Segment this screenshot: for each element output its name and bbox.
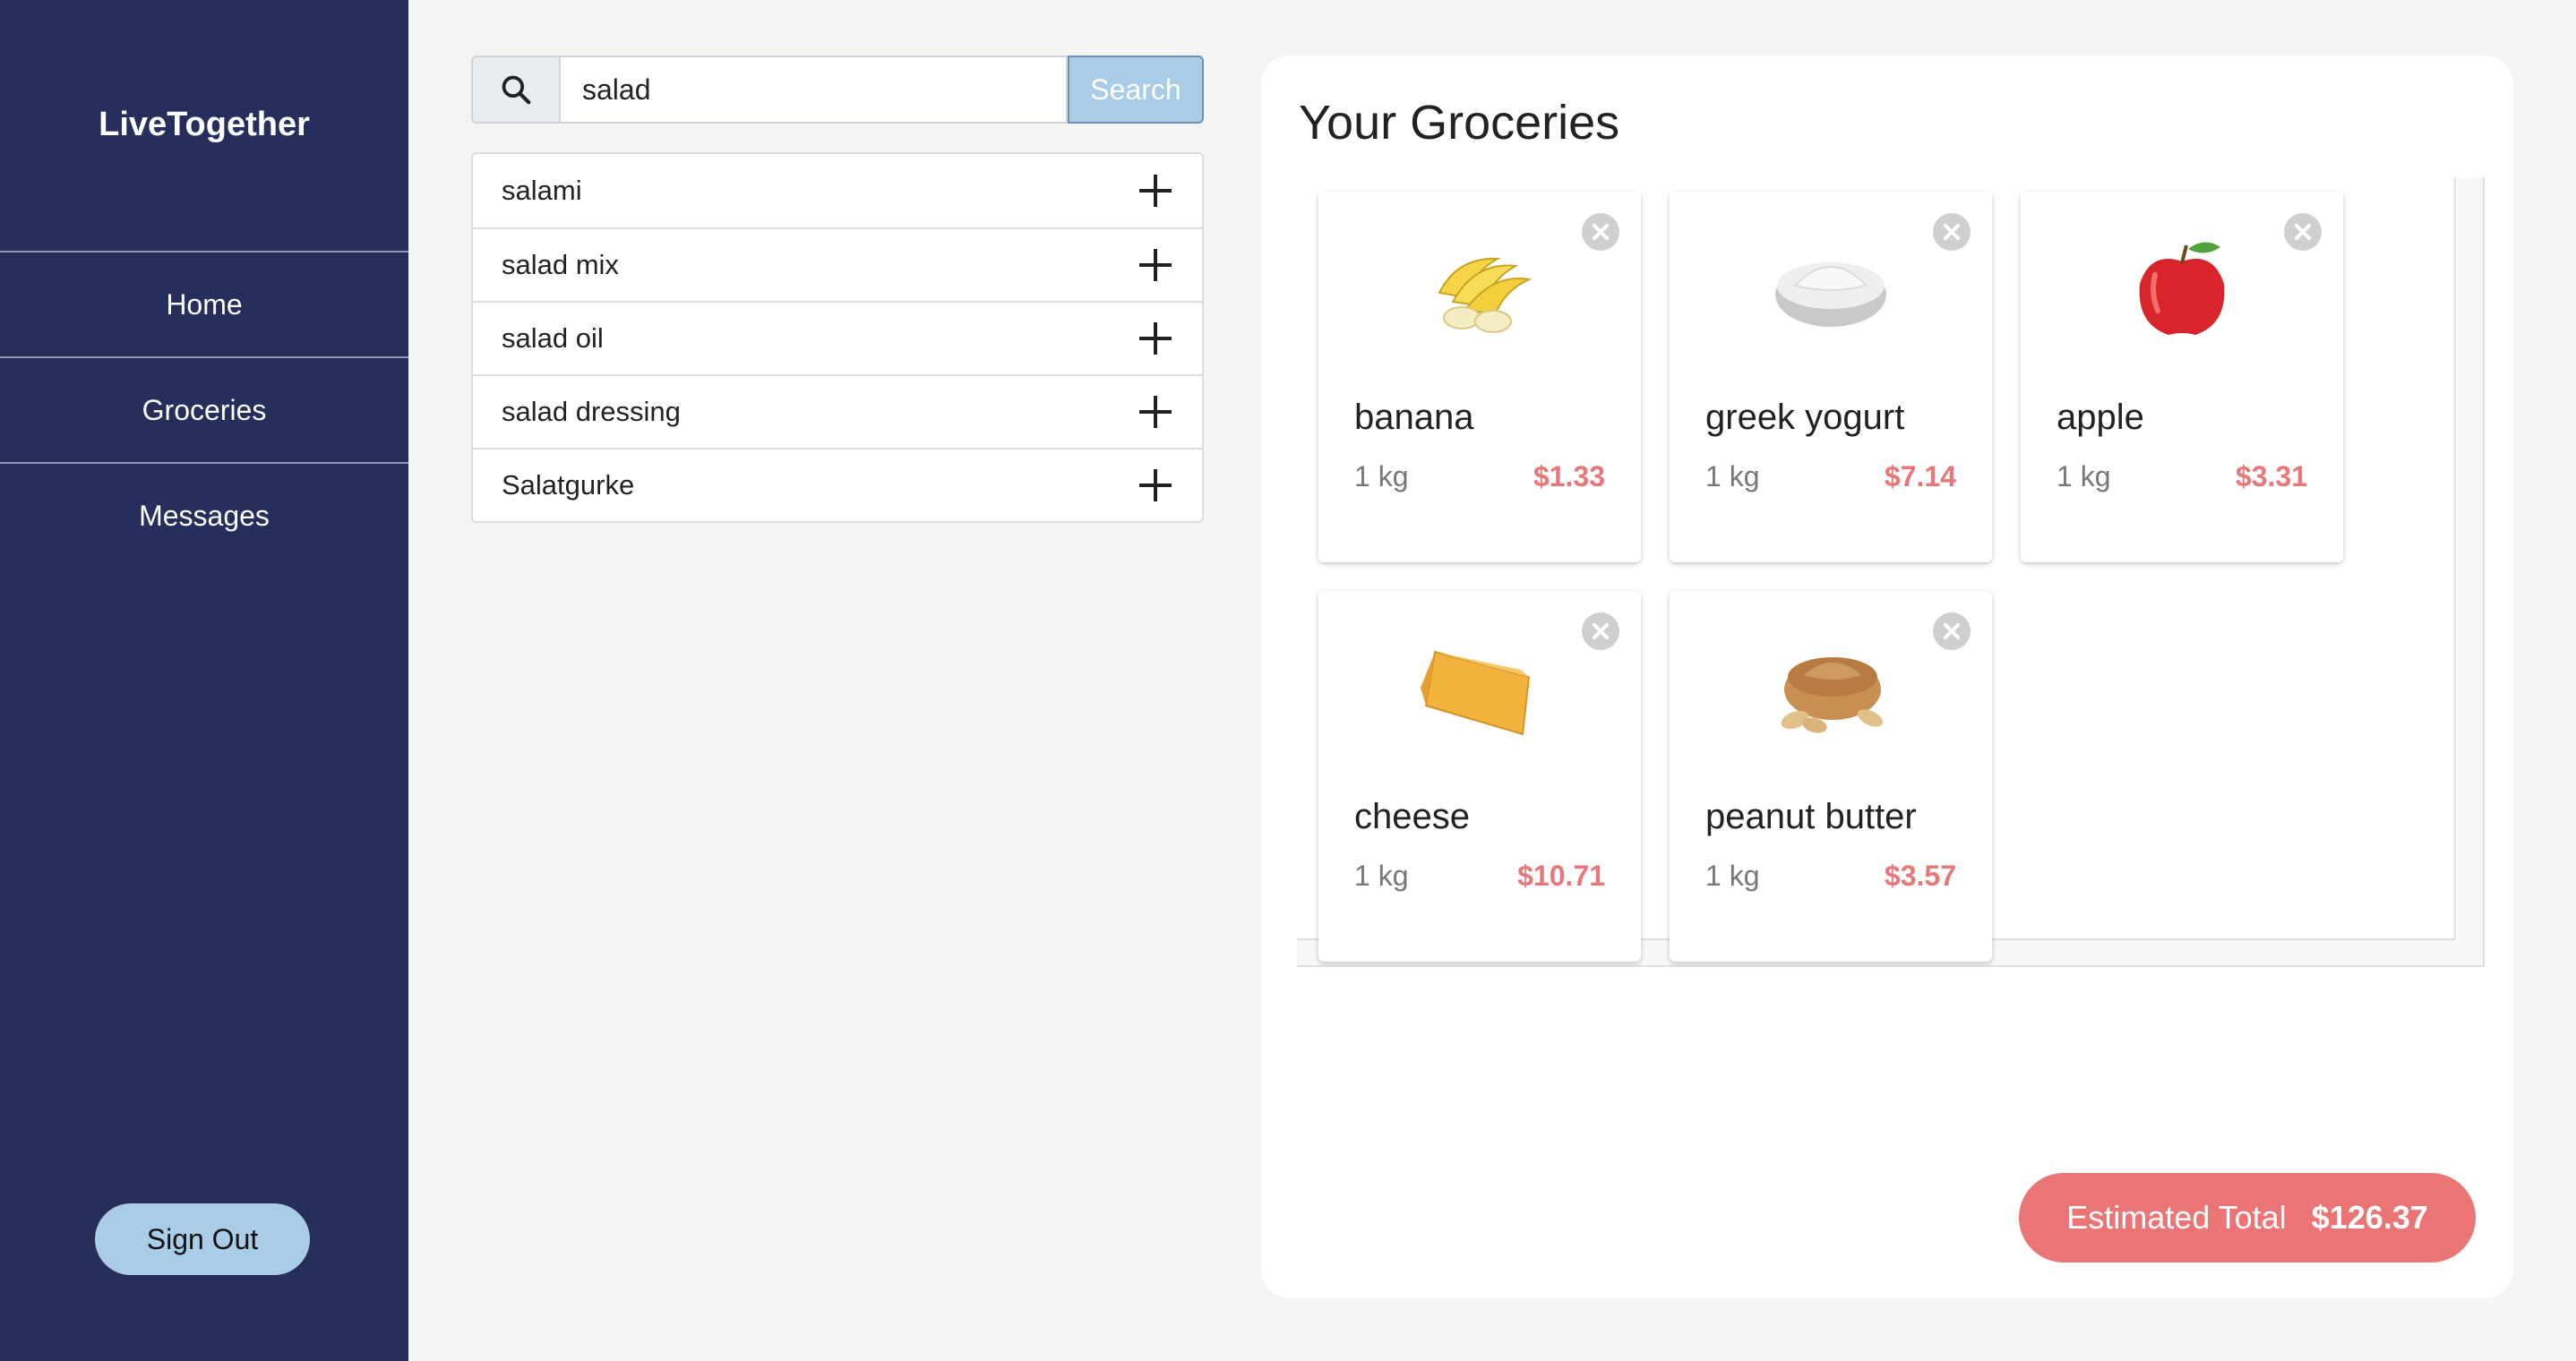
search-button[interactable]: Search — [1068, 56, 1204, 124]
estimated-total-badge: Estimated Total $126.37 — [2019, 1173, 2476, 1263]
search-bar: Search — [471, 56, 1204, 124]
remove-item-icon[interactable] — [2284, 213, 2322, 251]
search-result-item[interactable]: Salatgurke — [473, 448, 1202, 521]
item-price: $3.31 — [2235, 460, 2307, 492]
item-price: $10.71 — [1517, 860, 1605, 892]
result-label: Salatgurke — [502, 469, 635, 501]
groceries-scroll-area[interactable]: banana 1 kg $1.33 greek yogurt 1 kg $7.1… — [1297, 177, 2485, 967]
item-price: $7.14 — [1884, 460, 1956, 492]
add-icon[interactable] — [1139, 175, 1172, 207]
sidebar: LiveTogether Home Groceries Messages Sig… — [0, 0, 408, 1361]
item-name: greek yogurt — [1705, 398, 1905, 437]
result-label: salami — [502, 175, 582, 206]
remove-item-icon[interactable] — [1582, 612, 1619, 650]
estimated-total-label: Estimated Total — [2066, 1199, 2287, 1236]
search-results-list: salami salad mix salad oil salad dressin… — [471, 152, 1204, 523]
groceries-grid: banana 1 kg $1.33 greek yogurt 1 kg $7.1… — [1297, 177, 2456, 962]
remove-item-icon[interactable] — [1933, 612, 1971, 650]
sidebar-nav: Home Groceries Messages — [0, 251, 408, 568]
search-input[interactable] — [559, 56, 1068, 124]
page-title: Your Groceries — [1299, 96, 1620, 150]
grocery-card: greek yogurt 1 kg $7.14 — [1670, 192, 1992, 562]
search-icon — [471, 56, 559, 124]
yogurt-image — [1759, 226, 1902, 351]
search-result-item[interactable]: salad oil — [473, 301, 1202, 374]
search-result-item[interactable]: salad dressing — [473, 374, 1202, 448]
vertical-scrollbar[interactable] — [2458, 177, 2483, 965]
item-name: banana — [1354, 398, 1474, 437]
add-icon[interactable] — [1139, 469, 1172, 501]
item-name: apple — [2057, 398, 2144, 437]
banana-image — [1408, 226, 1551, 351]
grocery-card: cheese 1 kg $10.71 — [1318, 591, 1641, 962]
brand-logo: LiveTogether — [99, 106, 310, 143]
item-price: $1.33 — [1533, 460, 1605, 492]
grocery-card: apple 1 kg $3.31 — [2021, 192, 2343, 562]
search-result-item[interactable]: salad mix — [473, 227, 1202, 301]
sidebar-item-messages[interactable]: Messages — [0, 462, 408, 568]
sidebar-item-home[interactable]: Home — [0, 251, 408, 356]
grocery-card: peanut butter 1 kg $3.57 — [1670, 591, 1992, 962]
remove-item-icon[interactable] — [1933, 213, 1971, 251]
estimated-total-value: $126.37 — [2311, 1199, 2428, 1236]
remove-item-icon[interactable] — [1582, 213, 1619, 251]
item-quantity: 1 kg — [2057, 460, 2111, 492]
cheese-image — [1408, 625, 1551, 750]
result-label: salad oil — [502, 322, 604, 354]
add-icon[interactable] — [1139, 322, 1172, 355]
add-icon[interactable] — [1139, 396, 1172, 428]
sign-out-button[interactable]: Sign Out — [95, 1203, 310, 1275]
item-quantity: 1 kg — [1705, 860, 1760, 892]
grocery-card: banana 1 kg $1.33 — [1318, 192, 1641, 562]
groceries-panel: Your Groceries banana 1 kg $1.33 greek y… — [1261, 56, 2513, 1298]
item-name: peanut butter — [1705, 797, 1917, 836]
apple-image — [2110, 226, 2254, 351]
search-result-item[interactable]: salami — [473, 154, 1202, 227]
result-label: salad dressing — [502, 396, 681, 427]
result-label: salad mix — [502, 249, 619, 280]
sidebar-item-groceries[interactable]: Groceries — [0, 356, 408, 462]
item-price: $3.57 — [1884, 860, 1956, 892]
item-quantity: 1 kg — [1354, 460, 1409, 492]
item-quantity: 1 kg — [1354, 860, 1409, 892]
add-icon[interactable] — [1139, 249, 1172, 281]
peanut-butter-image — [1759, 625, 1902, 750]
item-quantity: 1 kg — [1705, 460, 1760, 492]
item-name: cheese — [1354, 797, 1470, 836]
